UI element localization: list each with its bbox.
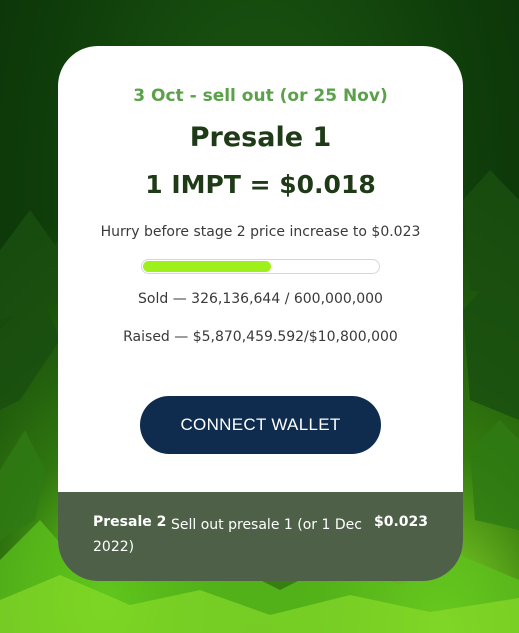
funds-raised: Raised — $5,870,459.592/$10,800,000 — [123, 329, 398, 345]
next-stage-price: $0.023 — [373, 514, 428, 530]
presale-card: 3 Oct - sell out (or 25 Nov) Presale 1 1… — [58, 46, 463, 581]
price-increase-notice: Hurry before stage 2 price increase to $… — [100, 224, 421, 240]
tokens-sold: Sold — 326,136,644 / 600,000,000 — [138, 291, 383, 307]
presale-date-range: 3 Oct - sell out (or 25 Nov) — [133, 86, 388, 106]
next-stage-name: Presale 2 — [93, 514, 167, 530]
token-price: 1 IMPT = $0.018 — [145, 170, 376, 199]
presale-title: Presale 1 — [189, 122, 332, 153]
connect-wallet-button[interactable]: CONNECT WALLET — [140, 396, 381, 454]
next-stage-row: Sell out presale 1 (or 1 Dec 2022) Presa… — [58, 492, 463, 581]
presale-current-stage: 3 Oct - sell out (or 25 Nov) Presale 1 1… — [58, 46, 463, 492]
sale-progress-fill — [143, 261, 271, 272]
sale-progress-bar — [141, 259, 380, 274]
